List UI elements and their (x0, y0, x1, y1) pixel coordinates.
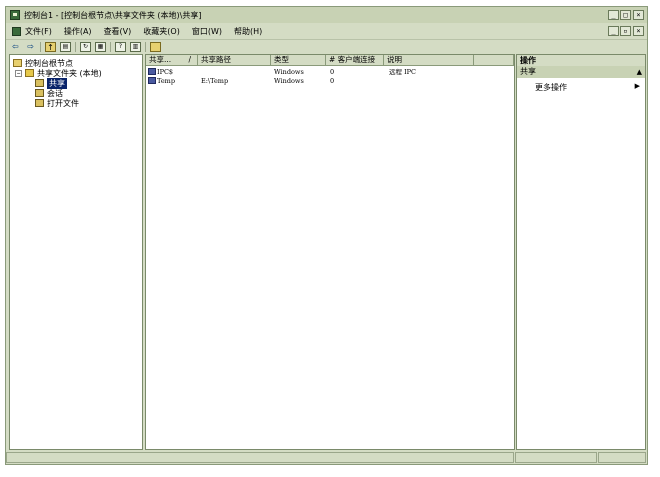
client-count-cell: 0 (330, 77, 335, 85)
tree-item-label: 打开文件 (47, 98, 79, 108)
status-panel-3 (598, 452, 646, 463)
toolbar-separator (110, 41, 111, 52)
column-header-share-name[interactable]: 共享... / (146, 55, 198, 66)
more-actions-item[interactable]: 更多操作 (535, 82, 567, 93)
show-hide-tree-icon[interactable]: ▤ (60, 41, 71, 52)
console-menu-icon[interactable] (12, 26, 21, 36)
forward-icon[interactable]: ⇨ (25, 42, 36, 52)
toolbar-separator (145, 41, 146, 52)
tree-item-shared-folders[interactable]: − 共享文件夹 (本地) (15, 68, 102, 78)
share-name-cell: IPC$ (148, 68, 173, 76)
client-count-cell: 0 (330, 68, 335, 76)
tree-item-open-files[interactable]: 打开文件 (35, 98, 79, 108)
help-icon[interactable]: ? (115, 41, 126, 52)
title-bar[interactable]: 控制台1 - [控制台根节点\共享文件夹 (本地)\共享] _ □ × (6, 7, 647, 23)
share-folder-icon (35, 79, 44, 87)
close-button[interactable]: × (633, 10, 644, 20)
collapse-expander[interactable]: − (15, 69, 22, 77)
refresh-icon[interactable]: ↻ (80, 41, 91, 52)
back-icon[interactable]: ⇦ (10, 42, 21, 52)
tree-item-root[interactable]: 控制台根节点 (13, 58, 73, 68)
shared-folders-icon (25, 69, 34, 77)
column-header-clients[interactable]: # 客户端连接 (326, 55, 384, 66)
description-cell: 远程 IPC (389, 68, 416, 76)
column-header-type[interactable]: 类型 (271, 55, 326, 66)
minimize-button[interactable]: _ (608, 10, 619, 20)
sessions-icon (35, 89, 44, 97)
submenu-arrow-icon: ▶ (634, 82, 640, 90)
tree-pane[interactable]: 控制台根节点 − 共享文件夹 (本地) 共享 会话 打开文件 (9, 54, 143, 450)
menu-help[interactable]: 帮助(H) (234, 26, 262, 37)
share-path-cell: E:\Temp (201, 77, 229, 85)
child-close-button[interactable]: × (633, 26, 644, 36)
sort-indicator-icon: / (188, 55, 191, 64)
share-icon (148, 77, 156, 84)
status-bar (6, 451, 647, 464)
actions-header: 操作 (517, 55, 645, 66)
child-restore-button[interactable]: ▫ (620, 26, 631, 36)
toolbar-separator (75, 41, 76, 52)
up-folder-icon[interactable]: ↑ (45, 41, 56, 52)
share-type-cell: Windows (274, 77, 304, 85)
menu-bar: 文件(F) 操作(A) 查看(V) 收藏夹(O) 窗口(W) 帮助(H) _ ▫… (6, 24, 647, 38)
menu-view[interactable]: 查看(V) (104, 26, 132, 37)
actions-pane: 操作 共享 ▲ 更多操作 ▶ (516, 54, 646, 450)
new-share-icon[interactable] (150, 41, 161, 52)
tree-item-shares[interactable]: 共享 (35, 77, 67, 89)
status-panel-main (6, 452, 514, 463)
console-root-icon (13, 59, 22, 67)
column-header-path[interactable]: 共享路径 (198, 55, 271, 66)
show-hide-action-pane-icon[interactable]: ▥ (130, 41, 141, 52)
actions-group-label: 共享 (520, 67, 536, 76)
share-name: Temp (157, 77, 176, 85)
status-panel-2 (515, 452, 597, 463)
column-header-filler (474, 55, 514, 66)
share-name-cell: Temp (148, 77, 175, 85)
share-type-cell: Windows (274, 68, 304, 76)
menu-action[interactable]: 操作(A) (64, 26, 92, 37)
share-icon (148, 68, 156, 75)
menu-file[interactable]: 文件(F) (25, 26, 52, 37)
mmc-window: 控制台1 - [控制台根节点\共享文件夹 (本地)\共享] _ □ × 文件(F… (5, 6, 648, 465)
toolbar-separator (40, 41, 41, 52)
mmc-app-icon (10, 10, 20, 20)
window-title: 控制台1 - [控制台根节点\共享文件夹 (本地)\共享] (24, 10, 202, 20)
toolbar: ⇦ ⇨ ↑ ▤ ↻ ▦ ? ▥ (6, 39, 647, 53)
menu-favorites[interactable]: 收藏夹(O) (143, 26, 180, 37)
collapse-caret-icon[interactable]: ▲ (637, 66, 642, 78)
actions-group-shares[interactable]: 共享 ▲ (517, 66, 645, 78)
tree-item-sessions[interactable]: 会话 (35, 88, 63, 98)
share-name: IPC$ (157, 68, 174, 76)
export-list-icon[interactable]: ▦ (95, 41, 106, 52)
open-files-icon (35, 99, 44, 107)
menu-window[interactable]: 窗口(W) (192, 26, 222, 37)
list-pane[interactable]: 共享... / 共享路径 类型 # 客户端连接 说明 IPC$ Windows … (145, 54, 515, 450)
maximize-button[interactable]: □ (620, 10, 631, 20)
column-label: 共享... (149, 55, 172, 64)
child-minimize-button[interactable]: _ (608, 26, 619, 36)
column-header-description[interactable]: 说明 (384, 55, 474, 66)
